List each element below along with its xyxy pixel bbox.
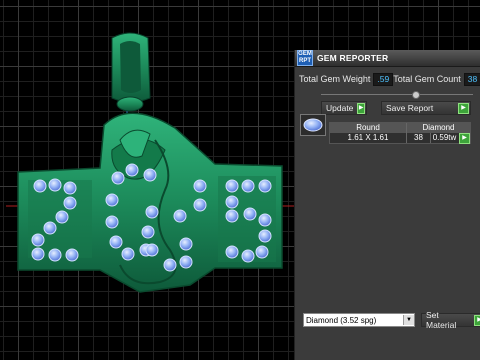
gem-stone xyxy=(258,213,272,227)
gem-size: 1.61 X 1.61 xyxy=(330,133,407,143)
gem-stone xyxy=(105,215,119,229)
gem-stone xyxy=(173,209,187,223)
play-icon: ▶ xyxy=(474,314,480,326)
total-gem-weight-value: .59 xyxy=(373,72,394,86)
gem-reporter-icon: GEM RPT xyxy=(297,50,313,66)
header-shape: Round xyxy=(330,123,407,133)
gem-stone xyxy=(241,249,255,263)
gem-stone xyxy=(31,233,45,247)
gem-stone xyxy=(258,179,272,193)
total-gem-count-label: Total Gem Count xyxy=(393,74,461,84)
slider-track xyxy=(321,94,473,95)
gem-stone xyxy=(179,237,193,251)
update-button-label: Update xyxy=(326,103,354,113)
gem-stone xyxy=(43,221,57,235)
gem-count: 38 xyxy=(407,133,431,143)
gem-stone xyxy=(258,229,272,243)
panel-slider[interactable] xyxy=(321,91,473,99)
total-gem-count-value: 38 xyxy=(463,72,480,86)
gem-thumbnail xyxy=(300,114,326,136)
save-report-button-label: Save Report xyxy=(386,103,434,113)
table-row[interactable]: 1.61 X 1.61 38 0.59tw ▶ xyxy=(330,133,470,144)
header-material: Diamond xyxy=(422,123,455,132)
chevron-down-icon[interactable]: ▼ xyxy=(403,315,414,325)
gem-weight: 0.59tw xyxy=(432,133,457,142)
gem-table: Round Diamond 1.61 X 1.61 38 0.59tw ▶ xyxy=(329,122,471,144)
gem-stone xyxy=(111,171,125,185)
gem-stone xyxy=(63,196,77,210)
save-report-button[interactable]: Save Report ▶ xyxy=(381,101,471,115)
material-select-value: Diamond (3.52 spg) xyxy=(306,315,377,325)
set-material-button-label: Set Material xyxy=(426,310,457,330)
gem-stone xyxy=(193,198,207,212)
gem-stone xyxy=(121,247,135,261)
gem-stone xyxy=(143,168,157,182)
set-material-button[interactable]: Set Material ▶ xyxy=(421,310,480,330)
gem-stone xyxy=(225,209,239,223)
gem-stone xyxy=(145,243,159,257)
gem-stone xyxy=(243,207,257,221)
gem-stone xyxy=(255,245,269,259)
window-title: GEM REPORTER xyxy=(317,53,389,63)
total-gem-weight-label: Total Gem Weight xyxy=(299,74,371,84)
gem-stone xyxy=(141,225,155,239)
gem-stone xyxy=(105,193,119,207)
pendant-body xyxy=(17,112,283,293)
gem-stone xyxy=(179,255,193,269)
gem-stone xyxy=(125,163,139,177)
pendant-bail xyxy=(111,32,151,112)
gem-stone xyxy=(33,179,47,193)
material-select[interactable]: Diamond (3.52 spg) ▼ xyxy=(303,313,415,327)
gem-stone xyxy=(65,248,79,262)
title-bar: GEM RPT GEM REPORTER xyxy=(295,50,480,67)
gem-stone xyxy=(109,235,123,249)
gem-stone xyxy=(241,179,255,193)
gem-stone xyxy=(145,205,159,219)
gem-stone xyxy=(225,195,239,209)
gem-stone xyxy=(163,258,177,272)
gem-table-header: Round Diamond xyxy=(330,123,470,133)
gem-stone xyxy=(48,248,62,262)
gem-stone xyxy=(193,179,207,193)
play-icon: ▶ xyxy=(357,102,365,114)
play-icon: ▶ xyxy=(458,102,469,114)
gem-stone xyxy=(55,210,69,224)
gem-stone xyxy=(63,181,77,195)
update-button[interactable]: Update ▶ xyxy=(321,101,367,115)
play-icon[interactable]: ▶ xyxy=(459,133,470,144)
gem-stone xyxy=(225,179,239,193)
round-gem-icon xyxy=(303,118,323,132)
gem-stone xyxy=(31,247,45,261)
slider-knob[interactable] xyxy=(412,91,420,99)
gem-stone xyxy=(225,245,239,259)
gem-stone xyxy=(48,178,62,192)
